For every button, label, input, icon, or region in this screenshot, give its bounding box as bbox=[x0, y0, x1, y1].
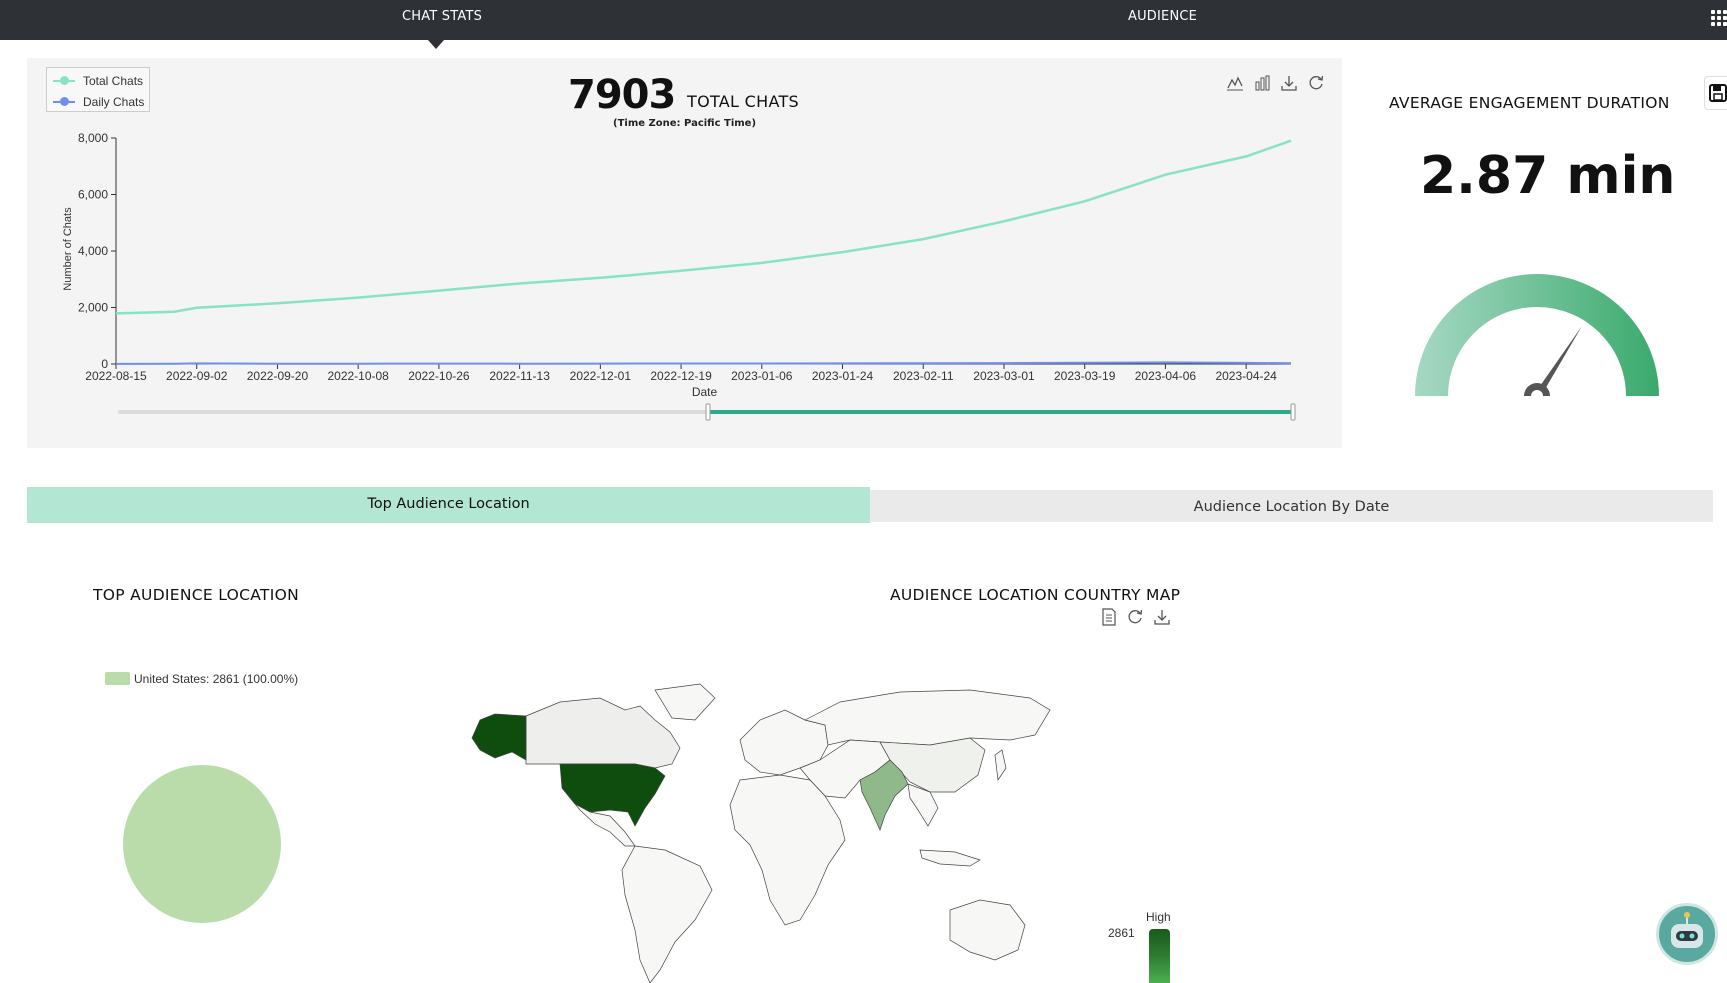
gauge-arc bbox=[1415, 274, 1659, 396]
zoom-slider-range bbox=[708, 410, 1293, 414]
tab-top-audience-location[interactable]: Top Audience Location bbox=[27, 487, 870, 523]
x-tick-label: 2022-09-20 bbox=[247, 369, 309, 383]
total-chats-line-chart: 02,0004,0006,0008,0002022-08-15 2022-09-0… bbox=[62, 131, 1296, 421]
y-tick-label: 6,000 bbox=[78, 188, 108, 202]
map-download-icon[interactable] bbox=[1153, 608, 1171, 626]
tab-audience-location-by-date[interactable]: Audience Location By Date bbox=[870, 490, 1713, 522]
country-indonesia[interactable] bbox=[919, 849, 981, 867]
x-tick-label: 2022-10-26 bbox=[408, 369, 470, 383]
y-tick-label: 2,000 bbox=[78, 301, 108, 315]
y-axis-label: Number of Chats bbox=[62, 207, 74, 291]
gauge-needle bbox=[1515, 326, 1582, 402]
x-tick-label: 2023-04-06 bbox=[1135, 369, 1197, 383]
y-tick-label: 4,000 bbox=[78, 244, 108, 258]
x-tick-label: 2022-11-13 bbox=[489, 369, 550, 383]
zoom-slider-handle-right[interactable] bbox=[1290, 403, 1296, 421]
pie-legend-item[interactable]: United States: 2861 (100.00%) bbox=[105, 672, 298, 686]
country-map-title: AUDIENCE LOCATION COUNTRY MAP bbox=[890, 586, 1181, 604]
map-refresh-icon[interactable] bbox=[1126, 608, 1144, 626]
world-map bbox=[471, 683, 1051, 983]
country-alaska[interactable] bbox=[471, 713, 527, 761]
country-australia[interactable] bbox=[949, 899, 1026, 961]
x-tick-label: 2023-03-19 bbox=[1054, 369, 1116, 383]
country-united-states[interactable] bbox=[559, 763, 666, 827]
x-tick-label: 2023-01-06 bbox=[731, 369, 793, 383]
x-tick-label: 2022-12-01 bbox=[570, 369, 632, 383]
country-africa[interactable] bbox=[729, 774, 846, 926]
country-russia[interactable] bbox=[804, 689, 1051, 746]
location-pie-chart bbox=[123, 765, 281, 923]
map-scale-value: 2861 bbox=[1108, 926, 1135, 940]
x-tick-label: 2022-12-19 bbox=[650, 369, 712, 383]
map-scale-bar[interactable] bbox=[1149, 929, 1170, 983]
top-location-title: TOP AUDIENCE LOCATION bbox=[93, 586, 299, 604]
engagement-title: AVERAGE ENGAGEMENT DURATION bbox=[1389, 94, 1670, 112]
pie-legend-label: United States: 2861 (100.00%) bbox=[134, 672, 299, 686]
map-scale-high-label: High bbox=[1146, 910, 1171, 924]
country-brazil[interactable] bbox=[621, 845, 713, 983]
x-tick-label: 2023-03-01 bbox=[973, 369, 1035, 383]
x-tick-label: 2022-08-15 bbox=[85, 369, 147, 383]
pie-slice-united-states[interactable] bbox=[123, 765, 281, 923]
apps-grid-icon[interactable] bbox=[1711, 10, 1727, 26]
zoom-slider-handle-left[interactable] bbox=[705, 403, 711, 421]
x-tick-label: 2023-02-11 bbox=[893, 369, 954, 383]
series-line-total-chats bbox=[115, 139, 1292, 315]
chatbot-avatar-icon[interactable] bbox=[1656, 903, 1718, 965]
country-japan[interactable] bbox=[994, 749, 1007, 781]
x-axis-label: Date bbox=[692, 385, 718, 399]
y-tick-label: 8,000 bbox=[78, 131, 108, 145]
data-view-icon[interactable] bbox=[1100, 608, 1118, 626]
pie-legend-swatch bbox=[105, 672, 130, 685]
country-canada[interactable] bbox=[525, 697, 681, 769]
x-tick-label: 2022-10-08 bbox=[327, 369, 389, 383]
engagement-value: 2.87 min bbox=[1420, 146, 1676, 206]
x-tick-label: 2023-04-24 bbox=[1215, 369, 1277, 383]
engagement-gauge bbox=[1415, 274, 1659, 402]
country-greenland[interactable] bbox=[654, 683, 716, 721]
x-tick-label: 2022-09-02 bbox=[166, 369, 228, 383]
x-tick-label: 2023-01-24 bbox=[812, 369, 874, 383]
save-icon[interactable] bbox=[1704, 76, 1727, 110]
